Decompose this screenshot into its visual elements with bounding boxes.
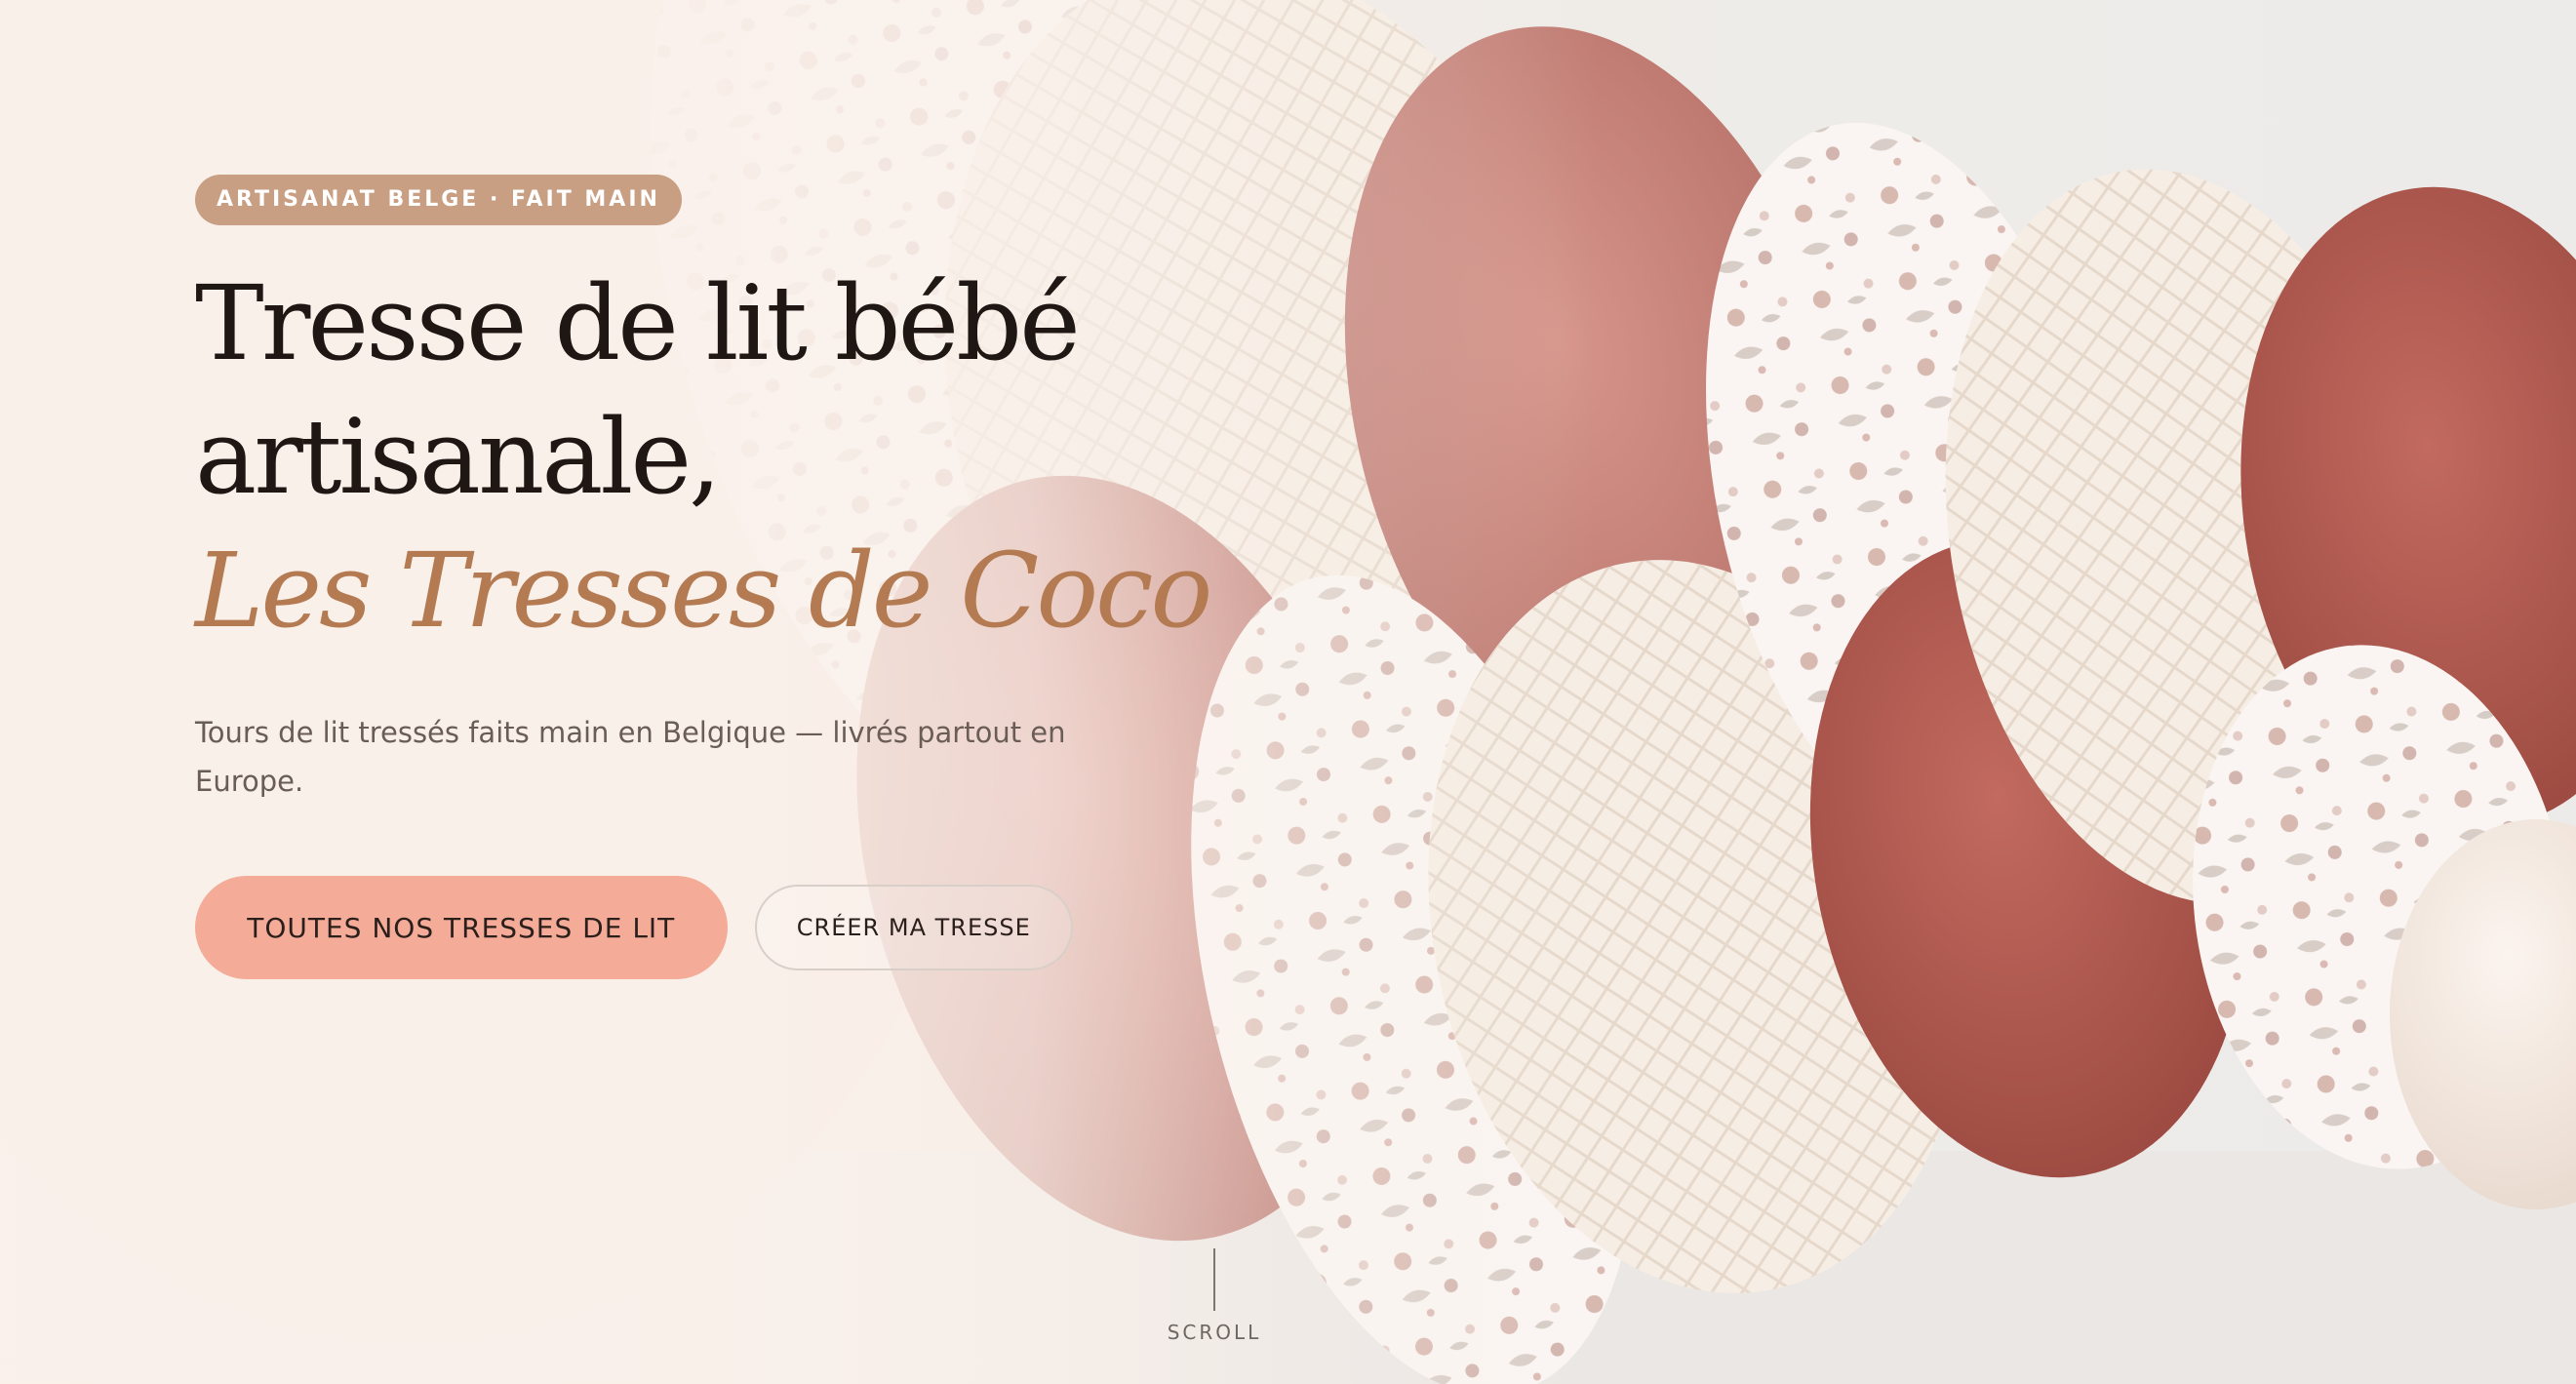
hero-subtitle: Tours de lit tressés faits main en Belgi…: [195, 716, 1066, 798]
scroll-indicator[interactable]: SCROLL: [1166, 1248, 1263, 1344]
hero-title: Tresse de lit bébé artisanale, Les Tress…: [195, 257, 1212, 657]
hero-content: ARTISANAT BELGE · FAIT MAIN Tresse de li…: [195, 175, 1212, 979]
hero-section: ARTISANAT BELGE · FAIT MAIN Tresse de li…: [0, 0, 2576, 1384]
hero-title-brand: Les Tresses de Coco: [195, 531, 1212, 651]
create-braid-button[interactable]: CRÉER MA TRESSE: [754, 885, 1073, 970]
scroll-line-icon: [1213, 1248, 1215, 1311]
hero-title-line-1: Tresse de lit bébé: [195, 263, 1081, 383]
hero-actions: TOUTES NOS TRESSES DE LIT CRÉER MA TRESS…: [195, 876, 1073, 979]
all-braids-button[interactable]: TOUTES NOS TRESSES DE LIT: [195, 876, 728, 979]
scroll-label: SCROLL: [1167, 1321, 1262, 1344]
origin-badge: ARTISANAT BELGE · FAIT MAIN: [195, 175, 682, 225]
hero-title-line-2: artisanale,: [195, 397, 722, 517]
